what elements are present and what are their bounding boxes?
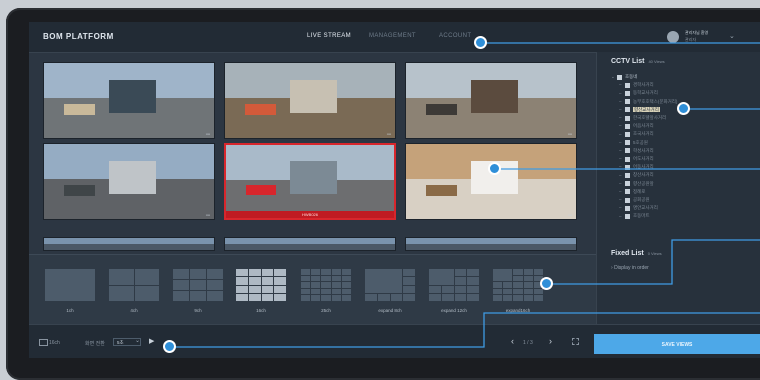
callout-marker-bottombar <box>163 340 176 353</box>
callout-marker-nav <box>474 36 487 49</box>
callout-marker-cctv-list <box>677 102 690 115</box>
callout-marker-layouts <box>540 277 553 290</box>
callout-marker-camera-grid <box>488 162 501 175</box>
callout-lines <box>170 42 760 348</box>
callout-line-layouts <box>547 239 760 285</box>
callout-line-bottombar <box>170 312 760 348</box>
